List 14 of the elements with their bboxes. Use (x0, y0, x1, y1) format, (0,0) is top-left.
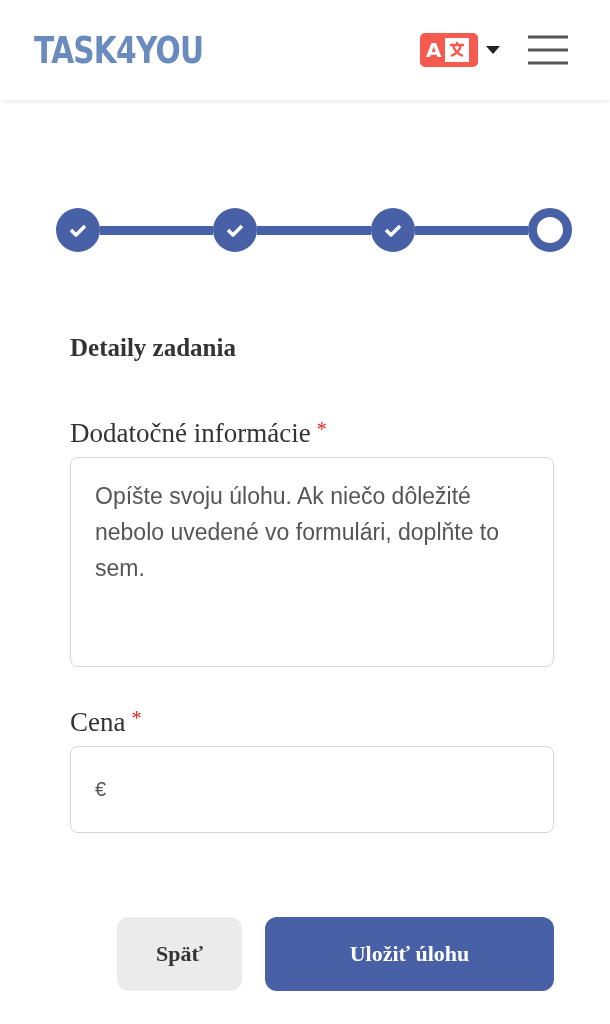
required-mark: * (131, 707, 142, 730)
field-label: Dodatočné informácie (70, 418, 311, 449)
logo[interactable]: TASK4YOU (34, 28, 204, 72)
required-mark: * (316, 418, 327, 441)
field-label: Cena (70, 707, 126, 738)
save-button[interactable]: Uložiť úlohu (265, 917, 554, 991)
back-button[interactable]: Späť (117, 917, 242, 991)
section-title: Detaily zadania (70, 334, 237, 362)
translate-icon: A (420, 33, 478, 67)
description-field[interactable]: Opíšte svoju úlohu. Ak niečo dôležité nebolo uvedené vo formulári, doplňte to sem. (70, 457, 554, 667)
language-selector[interactable]: A (420, 33, 500, 67)
price-field[interactable]: € (70, 746, 554, 833)
menu-button[interactable] (528, 35, 568, 65)
caret-icon (486, 46, 500, 54)
